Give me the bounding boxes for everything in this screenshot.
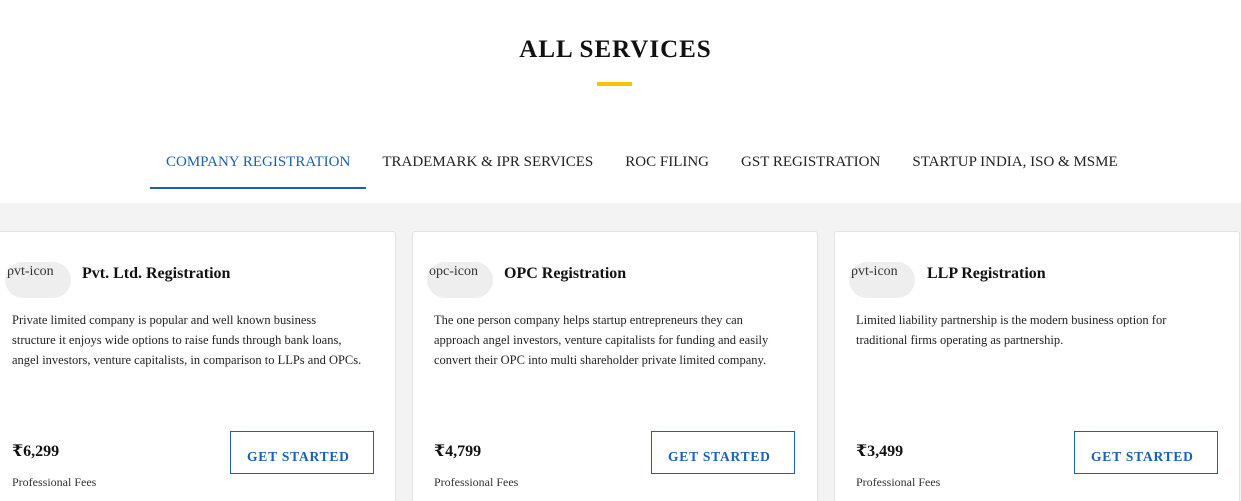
get-started-button[interactable]: GET STARTED (230, 431, 374, 474)
llp-icon: pvt-icon (849, 262, 915, 298)
tab-company-registration[interactable]: COMPANY REGISTRATION (150, 140, 367, 189)
card-fees-label: Professional Fees (856, 475, 941, 489)
service-card-llp: pvt-icon LLP Registration Limited liabil… (834, 231, 1240, 501)
tab-startup-india[interactable]: STARTUP INDIA, ISO & MSME (896, 140, 1133, 189)
title-underline (597, 82, 632, 86)
card-fees-label: Professional Fees (434, 475, 519, 489)
tab-trademark-ipr[interactable]: TRADEMARK & IPR SERVICES (366, 140, 609, 189)
card-description: Private limited company is popular and w… (12, 313, 362, 367)
card-title: OPC Registration (504, 265, 627, 282)
card-description: The one person company helps startup ent… (434, 313, 769, 367)
section-title: ALL SERVICES (519, 36, 712, 63)
tab-roc-filing[interactable]: ROC FILING (609, 140, 725, 189)
card-price: ₹3,499 (856, 443, 904, 460)
card-description: Limited liability partnership is the mod… (856, 313, 1167, 347)
pvt-icon: pvt-icon (5, 262, 71, 298)
opc-icon: opc-icon (427, 262, 493, 298)
tab-gst-registration[interactable]: GST REGISTRATION (725, 140, 896, 189)
get-started-button[interactable]: GET STARTED (651, 431, 795, 474)
card-title: LLP Registration (927, 265, 1046, 282)
service-card-opc: opc-icon OPC Registration The one person… (412, 231, 818, 501)
service-cards-area: pvt-icon Pvt. Ltd. Registration Private … (0, 203, 1241, 501)
card-price: ₹6,299 (12, 443, 60, 460)
get-started-button[interactable]: GET STARTED (1074, 431, 1218, 474)
card-title: Pvt. Ltd. Registration (82, 265, 231, 282)
card-fees-label: Professional Fees (12, 475, 97, 489)
services-page: ALL SERVICES COMPANY REGISTRATION TRADEM… (0, 0, 1241, 501)
card-price: ₹4,799 (434, 443, 482, 460)
service-card-pvt-ltd: pvt-icon Pvt. Ltd. Registration Private … (0, 231, 396, 501)
service-tabs: COMPANY REGISTRATION TRADEMARK & IPR SER… (150, 140, 1134, 189)
